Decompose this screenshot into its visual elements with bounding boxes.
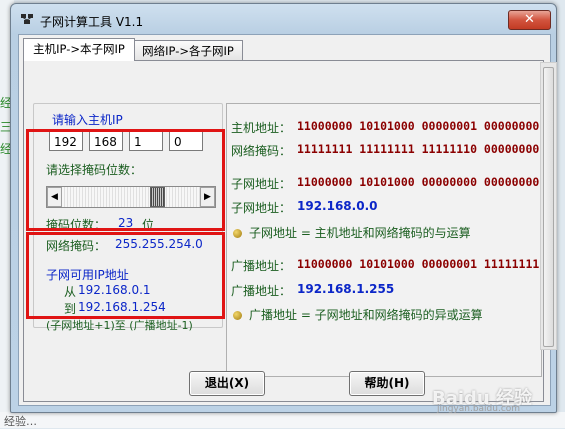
baidu-watermark-url: jingyan.baidu.com [437,404,521,414]
close-button[interactable]: ✕ [508,10,551,30]
scrollbar-thumb[interactable] [543,67,554,347]
tab-panel: 请输入主机IP 192 168 1 0 请选择掩码位数： ◀ ▶ 掩码位数： 2… [23,60,544,402]
broadcast-address-value: 192.168.1.255 [297,282,395,296]
client-area: 主机IP->本子网IP 网络IP->各子网IP 请输入主机IP 192 168 … [18,34,551,406]
app-window: 子网计算工具 V1.1 ✕ 主机IP->本子网IP 网络IP->各子网IP 请输… [10,3,557,413]
network-app-icon [21,14,33,24]
broadcast-note: 广播地址 = 子网地址和网络掩码的异或运算 [233,306,483,323]
background-bottom-strip: 经验… [0,412,565,428]
host-address-bits: 11000000 10101000 00000001 00000000 [297,119,540,133]
range-formula: (子网地址+1)至 (广播地址-1) [46,319,193,332]
host-address-label: 主机地址： [231,121,292,135]
help-button[interactable]: 帮助(H) [349,371,425,396]
highlight-box-mask [26,129,225,231]
subnet-note-text: 子网地址 = 主机地址和网络掩码的与运算 [249,226,471,240]
tab-network-ip[interactable]: 网络IP->各子网IP [133,40,243,61]
broadcast-address-label-2: 广播地址： [231,284,292,298]
subnet-address-label-2: 子网地址： [231,201,292,215]
subnet-note: 子网地址 = 主机地址和网络掩码的与运算 [233,224,471,241]
host-ip-label: 请输入主机IP [52,113,123,127]
result-panel: 主机地址： 11000000 10101000 00000001 0000000… [226,103,542,377]
broadcast-address-bits: 11000000 10101000 00000001 11111111 [297,257,540,271]
background-fragment: 经验… [4,415,37,428]
close-icon: ✕ [524,12,535,27]
vertical-scrollbar[interactable] [540,62,557,350]
bullet-icon [233,229,242,238]
netmask-label: 网络掩码： [231,144,292,158]
window-title: 子网计算工具 V1.1 [40,15,144,29]
title-bar[interactable]: 子网计算工具 V1.1 ✕ [11,4,556,34]
netmask-bits: 11111111 11111111 11111110 00000000 [297,142,540,156]
bullet-icon [233,311,242,320]
tab-host-ip[interactable]: 主机IP->本子网IP [23,38,135,61]
subnet-address-bits: 11000000 10101000 00000000 00000000 [297,175,540,189]
subnet-address-label: 子网地址： [231,177,292,191]
highlight-box-range [26,232,225,319]
broadcast-address-label: 广播地址： [231,259,292,273]
subnet-address-value: 192.168.0.0 [297,199,378,213]
exit-button[interactable]: 退出(X) [189,371,265,396]
broadcast-note-text: 广播地址 = 子网地址和网络掩码的异或运算 [249,308,483,322]
